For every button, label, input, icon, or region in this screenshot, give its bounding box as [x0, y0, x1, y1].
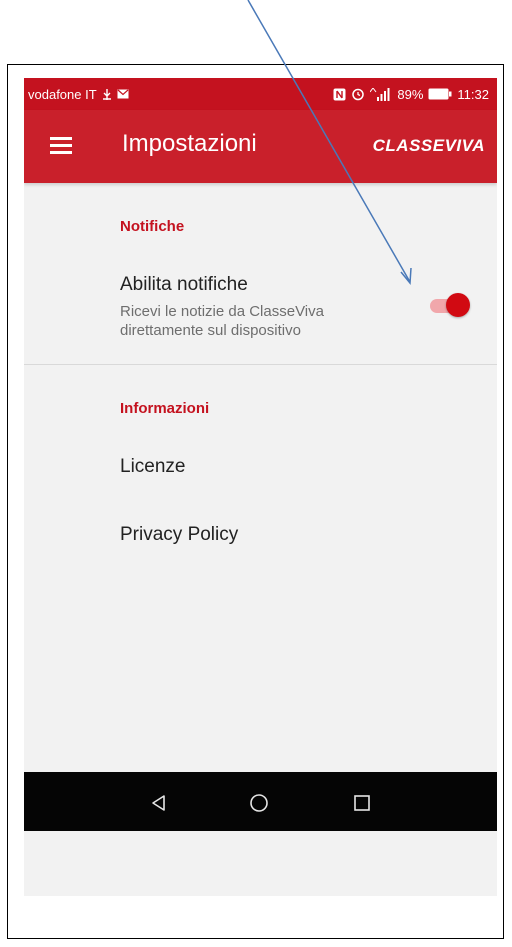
phone-screen: vodafone IT 89% 11:32 Impostazioni CLASS…	[24, 78, 497, 896]
section-header-notifications: Notifiche	[120, 218, 185, 235]
nav-recents-square-icon[interactable]	[348, 789, 376, 817]
toggle-thumb	[446, 293, 470, 317]
nfc-icon	[333, 88, 346, 100]
hamburger-menu-icon[interactable]	[50, 134, 74, 158]
nav-back-triangle-icon[interactable]	[145, 789, 173, 817]
battery-icon	[428, 88, 452, 100]
mail-notification-icon	[117, 89, 129, 99]
status-bar: vodafone IT 89% 11:32	[24, 78, 497, 110]
privacy-policy-item[interactable]: Privacy Policy	[120, 524, 238, 546]
classeviva-logo: CLASSEVIVA	[372, 136, 485, 155]
usb-icon	[102, 88, 111, 100]
app-bar: Impostazioni CLASSEVIVA	[24, 110, 497, 183]
alarm-icon	[352, 88, 365, 101]
enable-notifications-title: Abilita notifiche	[120, 274, 248, 295]
navigation-bar	[24, 772, 497, 831]
carrier-label: vodafone IT	[28, 86, 97, 102]
enable-notifications-toggle[interactable]	[430, 293, 470, 319]
clock: 11:32	[457, 86, 489, 102]
enable-notifications-subtitle: Ricevi le notizie da ClasseViva direttam…	[120, 303, 324, 339]
signal-icon	[370, 87, 390, 101]
section-divider	[24, 364, 497, 365]
battery-percent: 89%	[397, 86, 424, 102]
section-header-info: Informazioni	[120, 400, 210, 417]
licenses-item[interactable]: Licenze	[120, 456, 186, 478]
page-title: Impostazioni	[122, 130, 257, 157]
nav-home-circle-icon[interactable]	[245, 789, 273, 817]
